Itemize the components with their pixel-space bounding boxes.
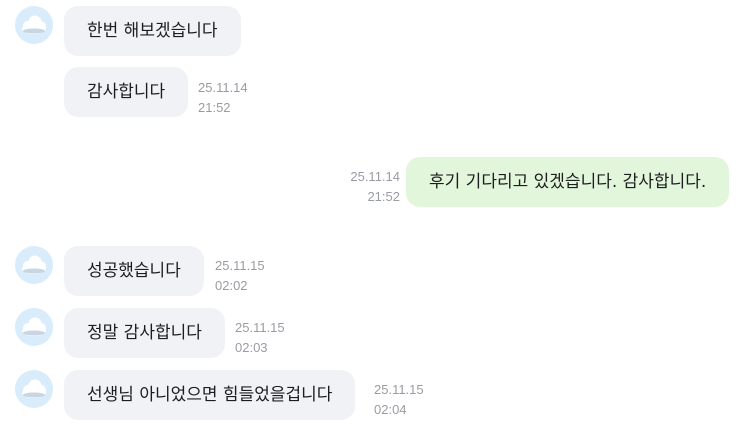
message-date: 25.11.14	[350, 169, 400, 184]
cloud-icon	[15, 246, 53, 284]
message-timestamp: 25.11.15 02:02	[215, 256, 265, 296]
message-bubble[interactable]: 한번 해보겠습니다	[64, 6, 241, 56]
sender-avatar[interactable]	[15, 246, 53, 284]
message-text: 성공했습니다	[87, 261, 181, 281]
message-text: 선생님 아니었으면 힘들었을겁니다	[87, 385, 333, 405]
message-time: 21:52	[367, 189, 400, 204]
message-date: 25.11.15	[215, 258, 265, 273]
message-date: 25.11.15	[374, 382, 424, 397]
cloud-icon	[15, 308, 53, 346]
message-text: 감사합니다	[87, 82, 166, 102]
message-date: 25.11.14	[198, 80, 248, 95]
message-time: 02:04	[374, 402, 407, 417]
message-bubble[interactable]: 정말 감사합니다	[64, 308, 225, 358]
message-bubble[interactable]: 선생님 아니었으면 힘들었을겁니다	[64, 370, 356, 420]
message-timestamp: 25.11.15 02:04	[374, 380, 424, 420]
message-date: 25.11.15	[235, 320, 285, 335]
message-bubble[interactable]: 성공했습니다	[64, 246, 204, 296]
sender-avatar[interactable]	[15, 308, 53, 346]
message-time: 02:03	[235, 340, 268, 355]
message-text: 후기 기다리고 있겠습니다. 감사합니다.	[429, 172, 707, 192]
sender-avatar[interactable]	[15, 370, 53, 408]
message-time: 02:02	[215, 278, 248, 293]
message-text: 한번 해보겠습니다	[87, 21, 218, 41]
message-bubble[interactable]: 감사합니다	[64, 67, 189, 117]
message-time: 21:52	[198, 100, 231, 115]
message-timestamp: 25.11.14 21:52	[198, 78, 248, 118]
sender-avatar[interactable]	[15, 6, 53, 44]
cloud-icon	[15, 6, 53, 44]
message-timestamp: 25.11.14 21:52	[350, 167, 400, 207]
cloud-icon	[15, 370, 53, 408]
message-bubble[interactable]: 후기 기다리고 있겠습니다. 감사합니다.	[406, 157, 730, 207]
message-text: 정말 감사합니다	[87, 323, 202, 343]
message-timestamp: 25.11.15 02:03	[235, 318, 285, 358]
